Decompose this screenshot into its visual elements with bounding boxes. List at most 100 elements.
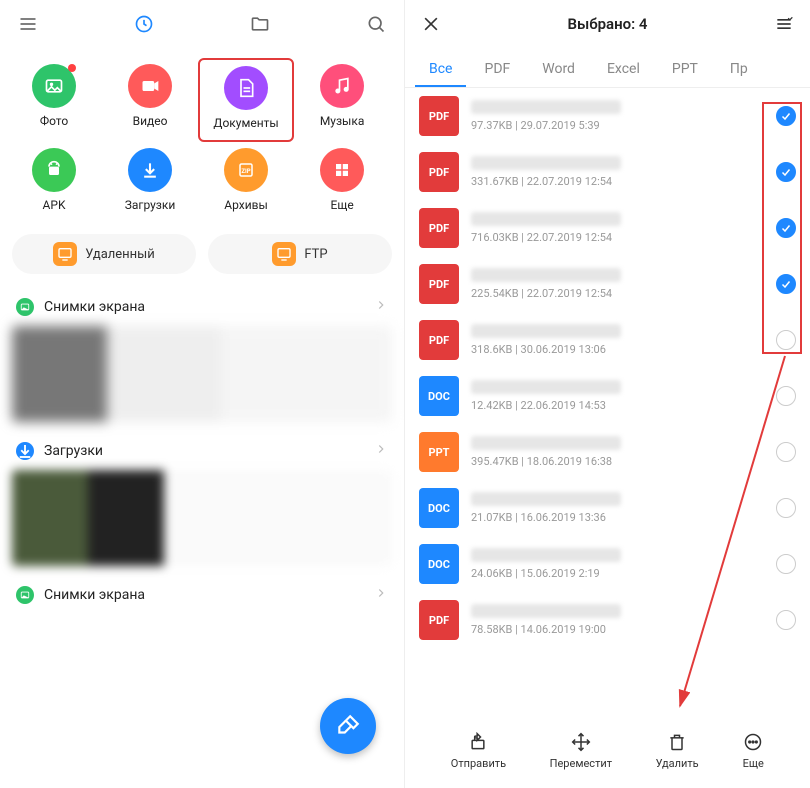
- file-row[interactable]: PDF 318.6KB | 30.06.2019 13:06: [405, 312, 810, 368]
- category-label: Документы: [213, 116, 278, 130]
- category-docs[interactable]: Документы: [198, 58, 294, 142]
- category-video[interactable]: Видео: [102, 58, 198, 142]
- tab-word[interactable]: Word: [528, 61, 589, 87]
- image-icon: [16, 586, 34, 604]
- left-header: [0, 0, 404, 48]
- select-checkbox[interactable]: [776, 162, 796, 182]
- file-row[interactable]: PPT 395.47KB | 18.06.2019 16:38: [405, 424, 810, 480]
- menu-icon[interactable]: [16, 12, 40, 36]
- action-move[interactable]: Переместит: [550, 731, 612, 770]
- section-downloads[interactable]: Загрузки: [0, 432, 404, 470]
- search-icon[interactable]: [364, 12, 388, 36]
- select-checkbox[interactable]: [776, 610, 796, 630]
- select-checkbox[interactable]: [776, 106, 796, 126]
- pill-ftp[interactable]: FTP: [208, 234, 392, 274]
- category-label: Архивы: [224, 198, 268, 212]
- pill-label: FTP: [304, 247, 327, 262]
- category-archives[interactable]: ZIP Архивы: [198, 142, 294, 222]
- selection-title: Выбрано: 4: [443, 15, 772, 33]
- category-more[interactable]: Еще: [294, 142, 390, 222]
- file-type-badge: PDF: [419, 96, 459, 136]
- select-checkbox[interactable]: [776, 442, 796, 462]
- select-checkbox[interactable]: [776, 554, 796, 574]
- tab-excel[interactable]: Excel: [593, 61, 654, 87]
- file-row[interactable]: PDF 97.37KB | 29.07.2019 5:39: [405, 88, 810, 144]
- file-row[interactable]: DOC 21.07KB | 16.06.2019 13:36: [405, 480, 810, 536]
- file-name-blurred: [471, 548, 621, 562]
- file-type-badge: DOC: [419, 544, 459, 584]
- select-checkbox[interactable]: [776, 386, 796, 406]
- action-label: Еще: [743, 757, 764, 770]
- section-screenshots1[interactable]: Снимки экрана: [0, 288, 404, 326]
- file-meta: 97.37KB | 29.07.2019 5:39: [471, 119, 776, 132]
- action-more[interactable]: Еще: [742, 731, 764, 770]
- recent-icon[interactable]: [132, 12, 156, 36]
- file-row[interactable]: PDF 331.67KB | 22.07.2019 12:54: [405, 144, 810, 200]
- svg-text:ZIP: ZIP: [241, 168, 250, 175]
- file-list[interactable]: PDF 97.37KB | 29.07.2019 5:39 PDF 331.67…: [405, 88, 810, 648]
- action-label: Переместит: [550, 757, 612, 770]
- category-label: Видео: [133, 114, 168, 128]
- folder-icon[interactable]: [248, 12, 272, 36]
- select-checkbox[interactable]: [776, 218, 796, 238]
- file-type-badge: PDF: [419, 152, 459, 192]
- file-meta: 225.54KB | 22.07.2019 12:54: [471, 287, 776, 300]
- file-meta: 395.47KB | 18.06.2019 16:38: [471, 455, 776, 468]
- doc-icon: [224, 66, 268, 110]
- file-info: 225.54KB | 22.07.2019 12:54: [471, 268, 776, 300]
- file-name-blurred: [471, 324, 621, 338]
- file-info: 24.06KB | 15.06.2019 2:19: [471, 548, 776, 580]
- file-type-badge: DOC: [419, 488, 459, 528]
- file-row[interactable]: PDF 225.54KB | 22.07.2019 12:54: [405, 256, 810, 312]
- tab-other[interactable]: Пр: [716, 61, 762, 87]
- section-label: Снимки экрана: [44, 587, 145, 603]
- category-photo[interactable]: Фото: [6, 58, 102, 142]
- pill-row: Удаленный FTP: [0, 228, 404, 288]
- select-checkbox[interactable]: [776, 498, 796, 518]
- action-send[interactable]: Отправить: [451, 731, 506, 770]
- android-icon: [32, 148, 76, 192]
- download-icon: [128, 148, 172, 192]
- file-name-blurred: [471, 212, 621, 226]
- file-info: 97.37KB | 29.07.2019 5:39: [471, 100, 776, 132]
- file-info: 21.07KB | 16.06.2019 13:36: [471, 492, 776, 524]
- screen-icon: [272, 242, 296, 266]
- zip-icon: ZIP: [224, 148, 268, 192]
- grid-icon: [320, 148, 364, 192]
- category-music[interactable]: Музыка: [294, 58, 390, 142]
- file-meta: 12.42KB | 22.06.2019 14:53: [471, 399, 776, 412]
- tab-ppt[interactable]: PPT: [658, 61, 712, 87]
- file-info: 395.47KB | 18.06.2019 16:38: [471, 436, 776, 468]
- category-downloads[interactable]: Загрузки: [102, 142, 198, 222]
- close-icon[interactable]: [419, 12, 443, 36]
- file-meta: 21.07KB | 16.06.2019 13:36: [471, 511, 776, 524]
- select-checkbox[interactable]: [776, 274, 796, 294]
- file-name-blurred: [471, 380, 621, 394]
- category-label: Музыка: [320, 114, 365, 128]
- file-meta: 318.6KB | 30.06.2019 13:06: [471, 343, 776, 356]
- photo-icon: [32, 64, 76, 108]
- pill-remote[interactable]: Удаленный: [12, 234, 196, 274]
- section-screenshots2[interactable]: Снимки экрана: [0, 576, 404, 614]
- category-apk[interactable]: APK: [6, 142, 102, 222]
- file-row[interactable]: PDF 78.58KB | 14.06.2019 19:00: [405, 592, 810, 648]
- file-meta: 24.06KB | 15.06.2019 2:19: [471, 567, 776, 580]
- tab-all[interactable]: Все: [415, 61, 466, 87]
- file-info: 716.03KB | 22.07.2019 12:54: [471, 212, 776, 244]
- tab-pdf[interactable]: PDF: [470, 61, 524, 87]
- file-row[interactable]: DOC 24.06KB | 15.06.2019 2:19: [405, 536, 810, 592]
- file-type-badge: PDF: [419, 600, 459, 640]
- file-info: 78.58KB | 14.06.2019 19:00: [471, 604, 776, 636]
- file-type-badge: PDF: [419, 320, 459, 360]
- file-row[interactable]: PDF 716.03KB | 22.07.2019 12:54: [405, 200, 810, 256]
- select-all-icon[interactable]: [772, 12, 796, 36]
- file-row[interactable]: DOC 12.42KB | 22.06.2019 14:53: [405, 368, 810, 424]
- screen-icon: [53, 242, 77, 266]
- category-label: Фото: [40, 114, 68, 128]
- file-type-badge: PPT: [419, 432, 459, 472]
- chevron-right-icon: [374, 298, 388, 316]
- clean-fab[interactable]: [320, 698, 376, 754]
- music-icon: [320, 64, 364, 108]
- action-delete[interactable]: Удалить: [656, 731, 699, 770]
- select-checkbox[interactable]: [776, 330, 796, 350]
